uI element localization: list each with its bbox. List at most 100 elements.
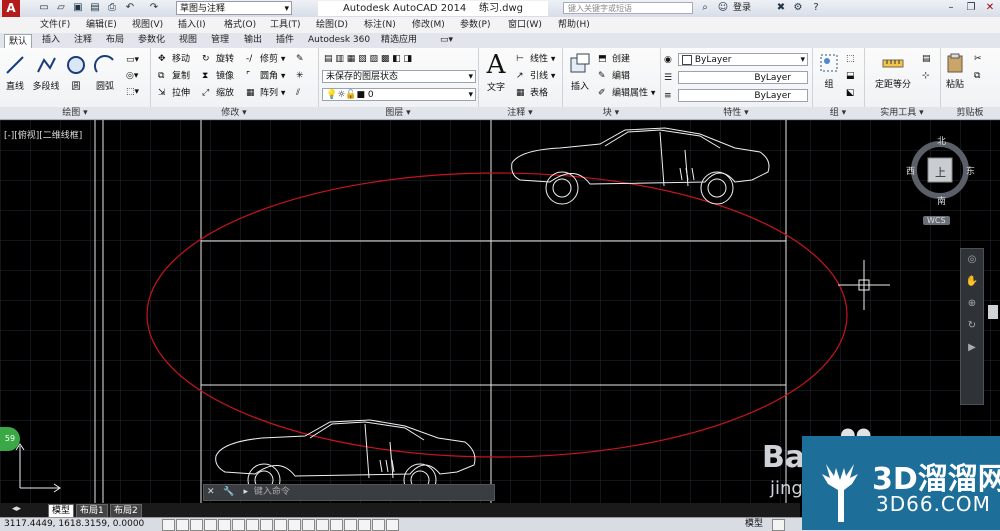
- erase-icon[interactable]: ✎: [296, 53, 304, 65]
- trim-button[interactable]: -/修剪 ▾: [246, 53, 285, 66]
- quick-properties-icon[interactable]: [330, 519, 343, 531]
- workspace-select[interactable]: 草图与注释 ▾: [176, 1, 292, 15]
- compass-west[interactable]: 西: [906, 164, 915, 177]
- viewport-controls-label[interactable]: [-][俯视][二维线框]: [4, 128, 82, 141]
- object-snap-icon[interactable]: [232, 519, 245, 531]
- rotate-button[interactable]: ↻ 旋转: [202, 53, 234, 66]
- menu-insert[interactable]: 插入(I): [178, 17, 206, 33]
- menu-dimension[interactable]: 标注(N): [364, 17, 396, 33]
- grid-display-icon[interactable]: [190, 519, 203, 531]
- table-button[interactable]: ▦ 表格: [516, 87, 548, 100]
- insert-block-button[interactable]: 插入: [566, 52, 594, 92]
- recent-commands-icon[interactable]: ▸: [241, 487, 252, 497]
- viewcube-top-face[interactable]: 上: [935, 164, 946, 180]
- ungroup-icon[interactable]: ⬚: [846, 53, 855, 65]
- minimize-icon[interactable]: –: [945, 2, 957, 14]
- save-icon[interactable]: ▣: [72, 2, 84, 14]
- circle-button[interactable]: 圆: [64, 54, 88, 92]
- close-command-icon[interactable]: ✕: [204, 487, 218, 497]
- menu-window[interactable]: 窗口(W): [508, 17, 542, 33]
- menu-file[interactable]: 文件(F): [40, 17, 70, 33]
- showmotion-icon[interactable]: ▶: [961, 337, 983, 359]
- edit-block-button[interactable]: ✎ 编辑: [598, 70, 630, 83]
- array-button[interactable]: ▦ 阵列 ▾: [246, 87, 285, 100]
- tab-nav-arrows-icon[interactable]: ◂▸: [12, 504, 21, 514]
- menu-format[interactable]: 格式(O): [224, 17, 256, 33]
- match-properties-icon[interactable]: ◉: [664, 54, 672, 66]
- tab-insert[interactable]: 插入: [42, 33, 60, 48]
- paste-button[interactable]: 粘贴: [942, 52, 968, 90]
- tab-layout[interactable]: 布局: [106, 33, 124, 48]
- cut-icon[interactable]: ✂: [974, 53, 982, 65]
- lineweight-select[interactable]: ByLayer: [678, 89, 808, 102]
- mirror-button[interactable]: ⧗ 镜像: [202, 70, 234, 83]
- compass-north[interactable]: 北: [937, 134, 946, 147]
- edit-attributes-button[interactable]: ✐ 编辑属性 ▾: [598, 87, 655, 100]
- copy-clip-icon[interactable]: ⧉: [974, 70, 980, 82]
- print-icon[interactable]: ⎙: [106, 2, 118, 14]
- save-as-icon[interactable]: ▤: [89, 2, 101, 14]
- exchange-icon[interactable]: ✖: [775, 2, 787, 14]
- measure-button[interactable]: 定距等分: [868, 52, 918, 90]
- new-file-icon[interactable]: ▭: [38, 2, 50, 14]
- menu-help[interactable]: 帮助(H): [558, 17, 590, 33]
- offset-icon[interactable]: ⫽: [296, 87, 300, 99]
- tab-layout1[interactable]: 布局1: [76, 504, 108, 518]
- layer-state-select[interactable]: 未保存的图层状态 ▾: [322, 70, 476, 83]
- dynamic-input-icon[interactable]: [288, 519, 301, 531]
- create-block-button[interactable]: ⬒ 创建: [598, 53, 630, 66]
- fillet-button[interactable]: ⌜ 圆角 ▾: [246, 70, 285, 83]
- stretch-button[interactable]: ⇲ 拉伸: [158, 87, 190, 100]
- vertical-scrollbar-thumb[interactable]: [988, 305, 998, 319]
- undo-icon[interactable]: ↶: [124, 2, 136, 14]
- user-icon[interactable]: ☺: [717, 2, 729, 14]
- search-input[interactable]: 键入关键字或短语: [563, 2, 693, 14]
- copy-button[interactable]: ⧉ 复制: [158, 70, 190, 83]
- login-link[interactable]: 登录: [733, 0, 751, 17]
- menu-draw[interactable]: 绘图(D): [316, 17, 348, 33]
- text-button[interactable]: A 文字: [482, 50, 510, 93]
- tab-view[interactable]: 视图: [179, 33, 197, 48]
- linetype-select[interactable]: ByLayer: [678, 71, 808, 84]
- help-icon[interactable]: ?: [810, 2, 822, 14]
- restore-icon[interactable]: ❐: [965, 2, 977, 14]
- group-button[interactable]: 组: [816, 52, 842, 90]
- tab-featured-apps[interactable]: 精选应用: [381, 33, 417, 48]
- application-menu-button[interactable]: A: [2, 0, 20, 17]
- polyline-button[interactable]: 多段线: [30, 54, 62, 92]
- menu-view[interactable]: 视图(V): [132, 17, 163, 33]
- workspace-switch-icon[interactable]: [386, 519, 399, 531]
- compass-south[interactable]: 南: [937, 194, 946, 207]
- customize-icon[interactable]: 🔧: [220, 487, 237, 497]
- move-button[interactable]: ✥ 移动: [158, 53, 190, 66]
- redo-icon[interactable]: ↷: [148, 2, 160, 14]
- menu-tools[interactable]: 工具(T): [270, 17, 301, 33]
- tab-plugins[interactable]: 插件: [276, 33, 294, 48]
- tab-autodesk360[interactable]: Autodesk 360: [308, 33, 370, 48]
- model-space-label[interactable]: 模型: [745, 518, 763, 531]
- group-edit-icon[interactable]: ⬓: [846, 70, 855, 82]
- tab-annotate[interactable]: 注释: [74, 33, 92, 48]
- orbit-icon[interactable]: ↻: [961, 315, 983, 337]
- tab-model[interactable]: 模型: [48, 504, 75, 518]
- snap-mode-icon[interactable]: [176, 519, 189, 531]
- menu-parametric[interactable]: 参数(P): [460, 17, 490, 33]
- ducs-icon[interactable]: [274, 519, 287, 531]
- color-select[interactable]: ByLayer ▾: [678, 53, 808, 66]
- pan-icon[interactable]: ✋: [961, 271, 983, 293]
- annotation-monitor-icon[interactable]: [358, 519, 371, 531]
- 3d-osnap-icon[interactable]: [246, 519, 259, 531]
- line-button[interactable]: 直线: [2, 54, 28, 92]
- selection-cycling-icon[interactable]: [344, 519, 357, 531]
- arc-button[interactable]: 圆弧: [92, 54, 118, 92]
- open-file-icon[interactable]: ▱: [55, 2, 67, 14]
- steering-wheel-icon[interactable]: ◎: [961, 249, 983, 271]
- layer-properties-icon[interactable]: ▤ ▥ ▦ ▧ ▨ ▩ ◧ ◨: [324, 53, 412, 65]
- polar-tracking-icon[interactable]: [218, 519, 231, 531]
- scale-button[interactable]: ⤢ 缩放: [202, 87, 234, 100]
- current-layer-select[interactable]: 💡☼🔓■ 0 ▾: [322, 88, 476, 101]
- menu-modify[interactable]: 修改(M): [412, 17, 445, 33]
- tab-output[interactable]: 输出: [244, 33, 262, 48]
- ribbon-options-icon[interactable]: ▭▾: [440, 33, 453, 48]
- region-icon[interactable]: ⬚▾: [126, 86, 139, 98]
